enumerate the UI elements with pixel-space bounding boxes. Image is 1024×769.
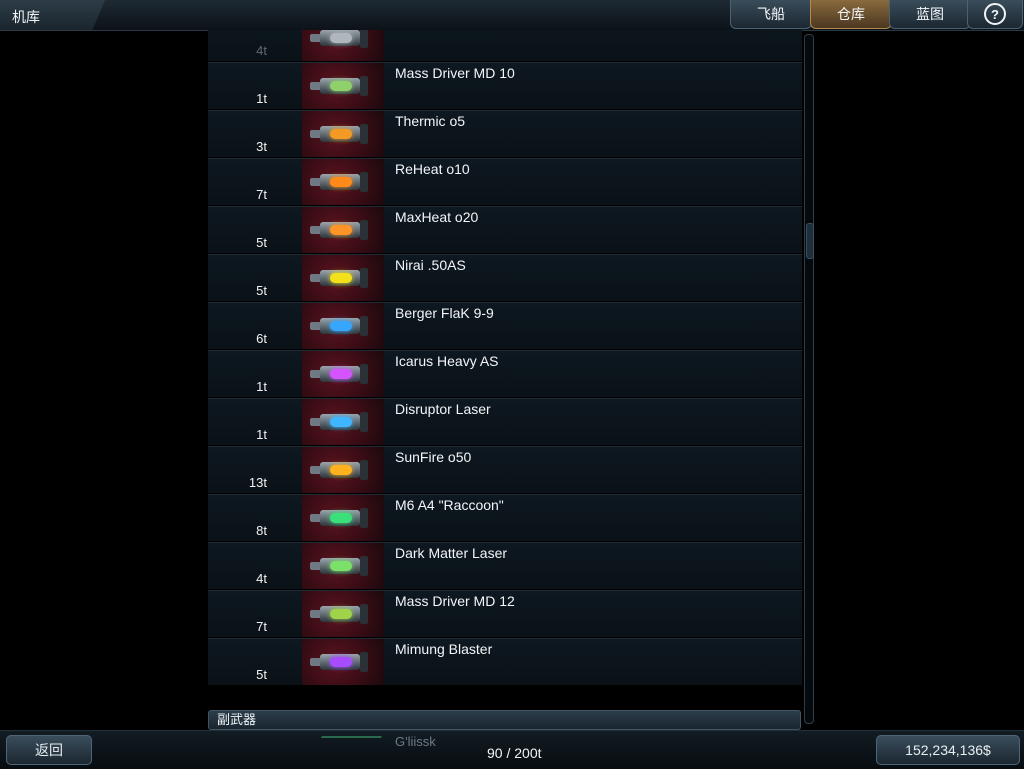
item-name: Nirai .50AS — [395, 257, 466, 273]
inventory-row[interactable]: 4t Scram Cannon — [208, 30, 802, 61]
weapon-thumbnail — [302, 255, 384, 301]
weapon-icon — [310, 264, 374, 292]
item-quantity: 6t — [256, 331, 267, 346]
item-name: Scram Cannon — [395, 30, 488, 33]
weapon-icon — [310, 312, 374, 340]
tab-blueprints[interactable]: 蓝图 — [889, 0, 971, 29]
weapon-thumbnail — [302, 351, 384, 397]
inventory-row[interactable]: 5t Nirai .50AS — [208, 254, 802, 301]
scrollbar-thumb[interactable] — [806, 223, 814, 259]
tab-storage[interactable]: 仓库 — [810, 0, 892, 29]
tab-storage-label: 仓库 — [837, 6, 865, 22]
item-quantity: 4t — [256, 571, 267, 586]
weapon-icon — [310, 360, 374, 388]
inventory-row[interactable]: 1t Disruptor Laser — [208, 398, 802, 445]
weapon-icon — [310, 600, 374, 628]
weapon-icon — [310, 216, 374, 244]
inventory-row[interactable]: 5t Mimung Blaster — [208, 638, 802, 685]
item-name: Thermic o5 — [395, 113, 466, 129]
tab-ships-label: 飞船 — [757, 6, 785, 22]
item-name: Mimung Blaster — [395, 641, 493, 657]
storage-list[interactable]: 4t Scram Cannon 1t Mass Driver MD 10 3t Therm… — [208, 30, 802, 710]
weapon-thumbnail — [302, 63, 384, 109]
weapon-thumbnail — [302, 159, 384, 205]
weapon-icon — [310, 168, 374, 196]
item-quantity: 8t — [256, 523, 267, 538]
tab-blueprints-label: 蓝图 — [916, 6, 944, 22]
weapon-thumbnail — [302, 399, 384, 445]
inventory-row[interactable]: 1t Icarus Heavy AS — [208, 350, 802, 397]
item-quantity: 13t — [248, 475, 267, 490]
inventory-row[interactable]: 7t Mass Driver MD 12 — [208, 590, 802, 637]
item-quantity: 5t — [256, 235, 267, 250]
item-name: Mass Driver MD 10 — [395, 65, 515, 81]
weapon-icon — [310, 120, 374, 148]
scrollbar[interactable] — [804, 34, 814, 724]
next-item-name: G'liissk — [395, 734, 436, 749]
money-value: 152,234,136$ — [905, 742, 991, 758]
item-quantity: 1t — [256, 91, 267, 106]
weapon-thumbnail — [302, 591, 384, 637]
back-button[interactable]: 返回 — [6, 735, 92, 765]
item-name: MaxHeat o20 — [395, 209, 479, 225]
bottom-bar: 返回 90 / 200t 152,234,136$ — [0, 730, 1024, 769]
item-name: Disruptor Laser — [395, 401, 491, 417]
help-button[interactable]: ? — [967, 0, 1023, 29]
weapon-thumbnail — [302, 303, 384, 349]
weapon-thumbnail — [302, 495, 384, 541]
inventory-row[interactable]: 8t M6 A4 "Raccoon" — [208, 494, 802, 541]
weapon-icon — [310, 648, 374, 676]
weapon-thumbnail — [302, 447, 384, 493]
weapon-icon — [310, 408, 374, 436]
weapon-thumbnail — [302, 111, 384, 157]
money-display: 152,234,136$ — [876, 735, 1020, 765]
back-button-label: 返回 — [35, 742, 63, 758]
inventory-row[interactable]: 1t Mass Driver MD 10 — [208, 62, 802, 109]
weapon-icon — [310, 504, 374, 532]
item-name: Icarus Heavy AS — [395, 353, 499, 369]
item-quantity: 1t — [256, 379, 267, 394]
weapon-thumbnail — [302, 543, 384, 589]
weapon-thumbnail — [302, 207, 384, 253]
tab-ships[interactable]: 飞船 — [730, 0, 812, 29]
weapon-thumbnail — [302, 639, 384, 685]
item-quantity: 3t — [256, 139, 267, 154]
inventory-row[interactable]: 4t Dark Matter Laser — [208, 542, 802, 589]
next-item-thumbnail — [313, 736, 383, 750]
item-name: M6 A4 "Raccoon" — [395, 497, 504, 513]
top-bar: 机库 飞船 仓库 蓝图 ? — [0, 0, 1024, 31]
item-name: SunFire o50 — [395, 449, 472, 465]
item-quantity: 7t — [256, 619, 267, 634]
storage-capacity: 90 / 200t — [487, 745, 542, 761]
item-quantity: 7t — [256, 187, 267, 202]
weapon-icon — [310, 30, 374, 52]
item-quantity: 5t — [256, 283, 267, 298]
section-header-secondary-weapons: 副武器 — [208, 710, 801, 730]
inventory-row[interactable]: 7t ReHeat o10 — [208, 158, 802, 205]
weapon-thumbnail — [302, 30, 384, 61]
weapon-icon — [310, 72, 374, 100]
inventory-row[interactable]: 3t Thermic o5 — [208, 110, 802, 157]
item-name: Dark Matter Laser — [395, 545, 508, 561]
item-name: ReHeat o10 — [395, 161, 470, 177]
item-quantity: 4t — [256, 43, 267, 58]
inventory-row[interactable]: 5t MaxHeat o20 — [208, 206, 802, 253]
item-name: Mass Driver MD 12 — [395, 593, 515, 609]
item-quantity: 5t — [256, 667, 267, 682]
help-icon: ? — [984, 3, 1006, 25]
inventory-row[interactable]: 13t SunFire o50 — [208, 446, 802, 493]
weapon-icon — [310, 552, 374, 580]
item-name: Berger FlaK 9-9 — [395, 305, 494, 321]
inventory-row[interactable]: 6t Berger FlaK 9-9 — [208, 302, 802, 349]
item-quantity: 1t — [256, 427, 267, 442]
page-title: 机库 — [12, 9, 40, 25]
weapon-icon — [310, 456, 374, 484]
